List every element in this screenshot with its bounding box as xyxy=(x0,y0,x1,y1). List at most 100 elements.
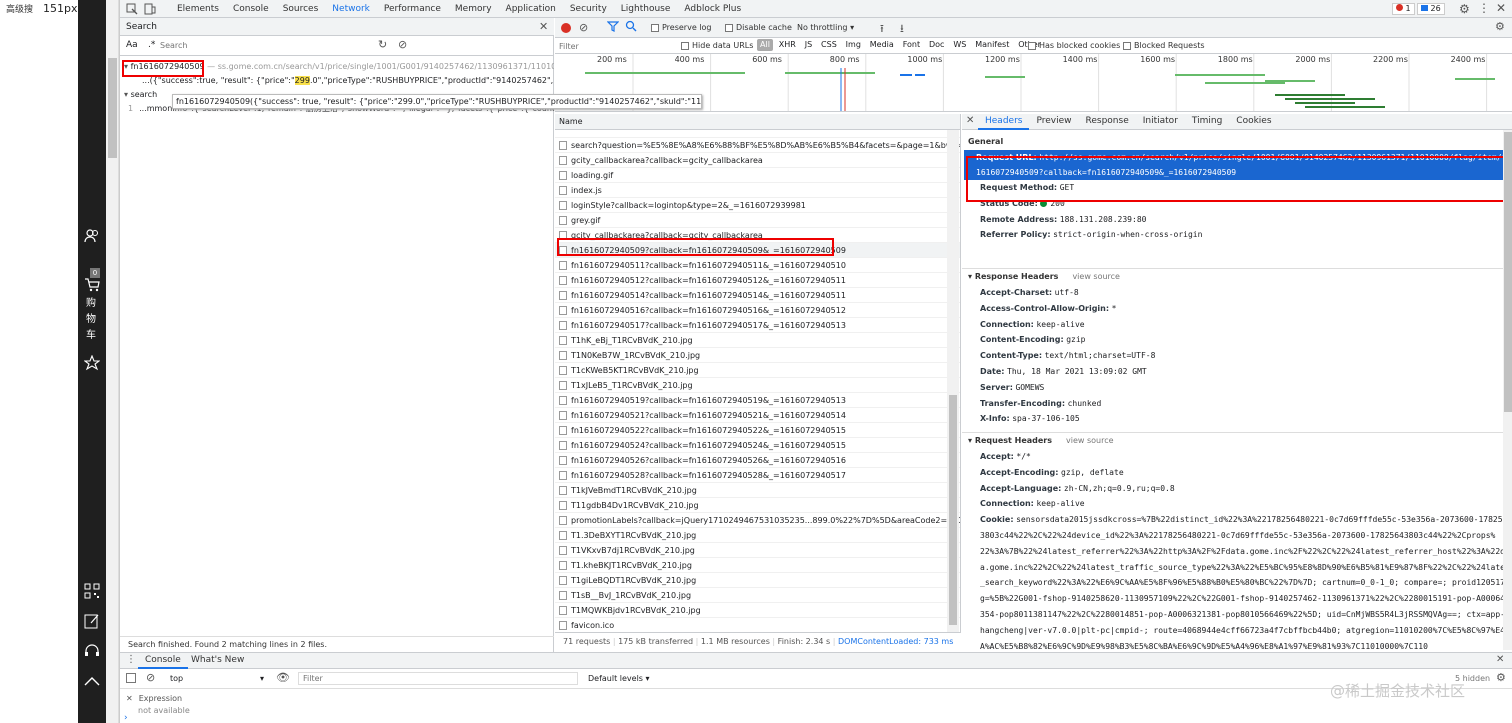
request-row[interactable]: fn1616072940519?callback=fn1616072940519… xyxy=(555,393,960,408)
cart-icon[interactable] xyxy=(84,278,100,295)
request-row[interactable]: fn1616072940517?callback=fn1616072940517… xyxy=(555,318,960,333)
request-row[interactable]: T11gdbB4Dv1RCvBVdK_210.jpg xyxy=(555,498,960,513)
request-row[interactable]: T1kJVeBmdT1RCvBVdK_210.jpg xyxy=(555,483,960,498)
drawer-tab-console[interactable]: Console xyxy=(138,653,188,669)
request-row[interactable]: T1.kheBKJT1RCvBVdK_210.jpg xyxy=(555,558,960,573)
tab-elements[interactable]: Elements xyxy=(170,0,226,18)
context-select[interactable]: top ▾ xyxy=(170,672,264,685)
tab-performance[interactable]: Performance xyxy=(377,0,448,18)
request-row[interactable]: fn1616072940511?callback=fn1616072940511… xyxy=(555,258,960,273)
levels-select[interactable]: Default levels ▾ xyxy=(588,672,650,685)
request-row[interactable]: T1xJLeB5_T1RCvBVdK_210.jpg xyxy=(555,378,960,393)
request-row[interactable]: search?question=%E5%8E%A8%E6%88%BF%E5%8D… xyxy=(555,138,960,153)
search-icon[interactable] xyxy=(625,20,637,35)
refresh-icon[interactable]: ↻ xyxy=(378,38,387,51)
message-counter[interactable]: 26 xyxy=(1417,3,1445,15)
export-har-icon[interactable]: ⭳ xyxy=(900,20,904,39)
request-row[interactable]: fn1616072940526?callback=fn1616072940526… xyxy=(555,453,960,468)
tab-lighthouse[interactable]: Lighthouse xyxy=(614,0,678,18)
sidebar-toggle-icon[interactable] xyxy=(126,673,136,683)
request-row[interactable]: T1VKxvB7dj1RCvBVdK_210.jpg xyxy=(555,543,960,558)
request-row[interactable]: T1cKWeB5KT1RCvBVdK_210.jpg xyxy=(555,363,960,378)
clear-icon[interactable]: ⊘ xyxy=(398,38,407,51)
tab-memory[interactable]: Memory xyxy=(448,0,499,18)
close-devtools-icon[interactable]: ✕ xyxy=(1496,1,1506,15)
console-settings-icon[interactable]: ⚙ xyxy=(1496,671,1506,684)
request-row[interactable]: grey.gif xyxy=(555,213,960,228)
request-row[interactable]: T1giLeBQDT1RCvBVdK_210.jpg xyxy=(555,573,960,588)
detail-tab-headers[interactable]: Headers xyxy=(978,114,1030,130)
filter-icon[interactable] xyxy=(606,20,620,35)
has-blocked-cookies-checkbox[interactable]: Has blocked cookies xyxy=(1028,37,1120,55)
request-list-scrollbar-thumb[interactable] xyxy=(949,395,957,625)
tab-adblock-plus[interactable]: Adblock Plus xyxy=(677,0,748,18)
request-row[interactable]: T1MQWKBjdv1RCvBVdK_210.jpg xyxy=(555,603,960,618)
drawer-menu-icon[interactable]: ⋮ xyxy=(126,654,136,665)
tab-sources[interactable]: Sources xyxy=(276,0,326,18)
request-row[interactable]: gcity_callbackarea?callback=gcity_callba… xyxy=(555,153,960,168)
tab-console[interactable]: Console xyxy=(226,0,276,18)
star-icon[interactable] xyxy=(83,354,101,374)
request-view-source-link[interactable]: view source xyxy=(1066,436,1114,445)
blocked-requests-checkbox[interactable]: Blocked Requests xyxy=(1123,37,1205,55)
response-headers-title[interactable]: ▾ Response Headers view source xyxy=(962,269,1507,285)
request-row[interactable]: T1N0KeB7W_1RCvBVdK_210.jpg xyxy=(555,348,960,363)
detail-tab-response[interactable]: Response xyxy=(1079,114,1136,128)
tab-security[interactable]: Security xyxy=(563,0,614,18)
filter-xhr[interactable]: XHR xyxy=(776,40,799,49)
drawer-tab-whats-new[interactable]: What's New xyxy=(184,653,251,667)
request-row[interactable]: loginStyle?callback=logintop&type=2&_=16… xyxy=(555,198,960,213)
network-settings-icon[interactable]: ⚙ xyxy=(1495,20,1505,33)
filter-js[interactable]: JS xyxy=(802,40,815,49)
request-row[interactable]: fn1616072940528?callback=fn1616072940528… xyxy=(555,468,960,483)
request-row[interactable]: promotionLabels?callback=jQuery171024946… xyxy=(555,513,960,528)
throttling-select[interactable]: No throttling ▾ xyxy=(797,19,854,37)
filter-ws[interactable]: WS xyxy=(950,40,969,49)
hide-data-urls-checkbox[interactable]: Hide data URLs xyxy=(681,37,753,55)
close-search-icon[interactable]: ✕ xyxy=(539,20,548,33)
tab-network[interactable]: Network xyxy=(325,0,377,20)
request-row[interactable]: favicon.ico xyxy=(555,618,960,632)
record-icon[interactable] xyxy=(561,23,571,33)
detail-tab-cookies[interactable]: Cookies xyxy=(1229,114,1278,128)
back-to-top-icon[interactable] xyxy=(84,675,100,690)
filter-media[interactable]: Media xyxy=(867,40,897,49)
request-row[interactable]: fn1616072940512?callback=fn1616072940512… xyxy=(555,273,960,288)
filter-input[interactable] xyxy=(559,40,677,52)
console-filter-input[interactable] xyxy=(298,672,578,685)
device-toolbar-icon[interactable] xyxy=(144,3,156,18)
request-row[interactable]: loading.gif xyxy=(555,168,960,183)
inspect-icon[interactable] xyxy=(126,3,138,18)
regex-toggle[interactable]: .* xyxy=(148,40,155,50)
qrcode-icon[interactable] xyxy=(84,583,100,602)
user-icon[interactable] xyxy=(84,228,100,247)
page-scrollbar-thumb[interactable] xyxy=(108,58,117,158)
search-input[interactable] xyxy=(160,39,350,52)
detail-scrollbar-thumb[interactable] xyxy=(1504,132,1512,412)
edit-icon[interactable] xyxy=(84,613,100,632)
request-row[interactable]: fn1616072940514?callback=fn1616072940514… xyxy=(555,288,960,303)
general-title[interactable]: General xyxy=(962,134,1507,150)
detail-tab-timing[interactable]: Timing xyxy=(1185,114,1229,128)
request-row[interactable]: T1.3DeBXYT1RCvBVdK_210.jpg xyxy=(555,528,960,543)
clear-console-icon[interactable]: ⊘ xyxy=(146,671,155,684)
column-header-name[interactable]: Name xyxy=(555,114,960,130)
more-options-icon[interactable]: ⋮ xyxy=(1478,1,1490,15)
settings-gear-icon[interactable]: ⚙ xyxy=(1459,2,1470,16)
request-list-scrollbar[interactable] xyxy=(947,130,959,632)
tab-application[interactable]: Application xyxy=(499,0,563,18)
clear-log-icon[interactable]: ⊘ xyxy=(579,21,588,34)
request-row[interactable]: fn1616072940524?callback=fn1616072940524… xyxy=(555,438,960,453)
filter-font[interactable]: Font xyxy=(900,40,923,49)
error-counter[interactable]: 1 xyxy=(1392,3,1415,15)
request-row[interactable]: fn1616072940522?callback=fn1616072940522… xyxy=(555,423,960,438)
remove-expression-icon[interactable]: ✕ xyxy=(126,694,133,703)
filter-all[interactable]: All xyxy=(757,39,773,51)
detail-tab-preview[interactable]: Preview xyxy=(1029,114,1078,128)
import-har-icon[interactable]: ⭱ xyxy=(880,20,884,39)
disable-cache-checkbox[interactable]: Disable cache xyxy=(725,19,792,37)
match-case-toggle[interactable]: Aa xyxy=(126,40,138,50)
request-row[interactable]: fn1616072940516?callback=fn1616072940516… xyxy=(555,303,960,318)
request-row[interactable]: fn1616072940521?callback=fn1616072940521… xyxy=(555,408,960,423)
preserve-log-checkbox[interactable]: Preserve log xyxy=(651,19,712,37)
